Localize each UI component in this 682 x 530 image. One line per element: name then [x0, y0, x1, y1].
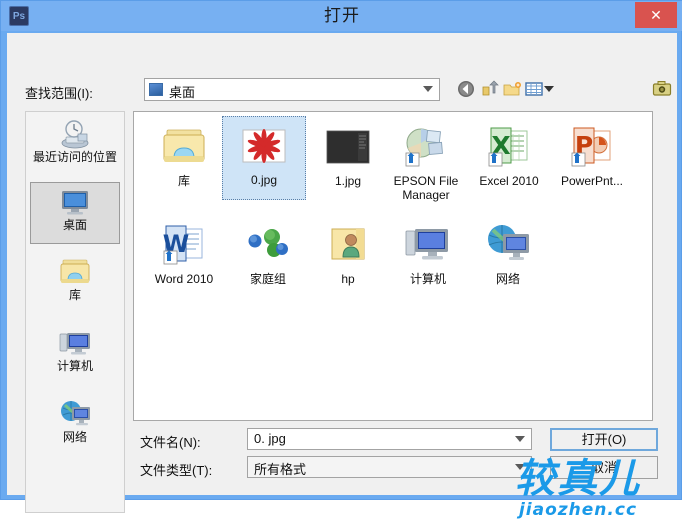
- up-folder-icon[interactable]: [479, 78, 501, 100]
- list-item[interactable]: 库: [142, 118, 226, 198]
- chevron-down-icon[interactable]: [515, 436, 525, 442]
- list-item-label: 计算机: [409, 272, 446, 286]
- computer-icon: [58, 327, 92, 359]
- file-list[interactable]: 库 0.jpg 1.jpg EPSON File Manager X Excel…: [133, 111, 653, 421]
- sidebar-item-label: 计算机: [56, 359, 93, 373]
- list-item-label: 家庭组: [249, 272, 286, 286]
- chevron-down-icon[interactable]: [423, 86, 433, 92]
- list-item-label: Word 2010: [154, 272, 214, 286]
- watermark: 较真儿 jiaozhen.cc: [478, 458, 678, 524]
- homegroup-icon: [244, 221, 292, 269]
- list-item[interactable]: P PowerPnt...: [550, 118, 634, 198]
- screenshot-root: Ps 打开 ✕ 查找范围(I): 桌面 最近访问的位置 桌面 库 计算机 网络 …: [0, 0, 682, 530]
- list-item-label: hp: [341, 272, 355, 286]
- list-item[interactable]: 0.jpg: [222, 116, 306, 200]
- list-item-label: 网络: [495, 272, 520, 286]
- chevron-down-icon[interactable]: [544, 86, 554, 92]
- lookin-label: 查找范围(I):: [25, 86, 93, 101]
- word-icon: W: [160, 221, 208, 269]
- desktop-icon: [149, 83, 163, 96]
- excel-icon: X: [485, 123, 533, 171]
- lookin-combobox[interactable]: 桌面: [144, 78, 440, 101]
- filename-label: 文件名(N):: [140, 435, 201, 450]
- image-starburst-icon: [240, 122, 288, 170]
- watermark-main-text: 较真儿: [515, 456, 641, 502]
- open-file-dialog: Ps 打开 ✕ 查找范围(I): 桌面 最近访问的位置 桌面 库 计算机 网络 …: [0, 0, 682, 513]
- powerpoint-icon: P: [568, 123, 616, 171]
- page-title: 打开: [324, 6, 360, 25]
- filename-input[interactable]: 0. jpg: [247, 428, 532, 450]
- back-icon[interactable]: [455, 78, 477, 100]
- network-icon: [58, 398, 92, 430]
- close-icon[interactable]: ✕: [635, 2, 677, 28]
- list-item-label: 0.jpg: [250, 173, 278, 187]
- user-folder-icon: [324, 221, 372, 269]
- list-item[interactable]: 家庭组: [226, 216, 310, 296]
- library-folder-icon: [160, 123, 208, 171]
- list-item[interactable]: 网络: [466, 216, 550, 296]
- sidebar-item-label: 网络: [62, 430, 87, 444]
- list-item[interactable]: W Word 2010: [142, 216, 226, 296]
- filetype-label: 文件类型(T):: [140, 463, 213, 478]
- camera-icon[interactable]: [651, 78, 673, 100]
- sidebar-item-label: 库: [68, 288, 81, 302]
- list-item-label: 库: [177, 174, 190, 188]
- image-dark-icon: [324, 123, 372, 171]
- sidebar-item-label: 桌面: [62, 218, 87, 232]
- title-bar: Ps 打开 ✕: [1, 1, 682, 31]
- sidebar-item-library[interactable]: 库: [30, 253, 120, 315]
- filename-value: 0. jpg: [254, 431, 286, 446]
- list-item-label: EPSON File Manager: [393, 174, 459, 202]
- new-folder-icon[interactable]: [501, 78, 523, 100]
- epson-file-manager-icon: [402, 123, 450, 171]
- views-icon[interactable]: [523, 78, 545, 100]
- desktop-icon: [58, 186, 92, 218]
- dialog-body: 查找范围(I): 桌面 最近访问的位置 桌面 库 计算机 网络 库 0.jpg …: [7, 33, 677, 513]
- sidebar-item-desktop[interactable]: 桌面: [30, 182, 120, 244]
- list-item-label: Excel 2010: [479, 174, 539, 188]
- sidebar-item-recent[interactable]: 最近访问的位置: [30, 115, 120, 177]
- places-bar: 最近访问的位置 桌面 库 计算机 网络: [25, 111, 125, 513]
- list-item-label: PowerPnt...: [560, 174, 624, 188]
- sidebar-item-network[interactable]: 网络: [30, 395, 120, 457]
- list-item[interactable]: hp: [306, 216, 390, 296]
- list-item-label: 1.jpg: [334, 174, 362, 188]
- list-item[interactable]: EPSON File Manager: [384, 118, 468, 202]
- filetype-value: 所有格式: [254, 462, 307, 477]
- library-folder-icon: [58, 256, 92, 288]
- open-button[interactable]: 打开(O): [550, 428, 658, 451]
- sidebar-item-label: 最近访问的位置: [32, 150, 117, 164]
- computer-icon: [404, 221, 452, 269]
- lookin-value: 桌面: [169, 85, 196, 100]
- network-icon: [484, 221, 532, 269]
- list-item[interactable]: X Excel 2010: [467, 118, 551, 198]
- watermark-sub-text: jiaozhen.cc: [518, 500, 638, 520]
- recent-places-icon: [58, 118, 92, 150]
- list-item[interactable]: 计算机: [386, 216, 470, 296]
- sidebar-item-computer[interactable]: 计算机: [30, 324, 120, 386]
- list-item[interactable]: 1.jpg: [306, 118, 390, 198]
